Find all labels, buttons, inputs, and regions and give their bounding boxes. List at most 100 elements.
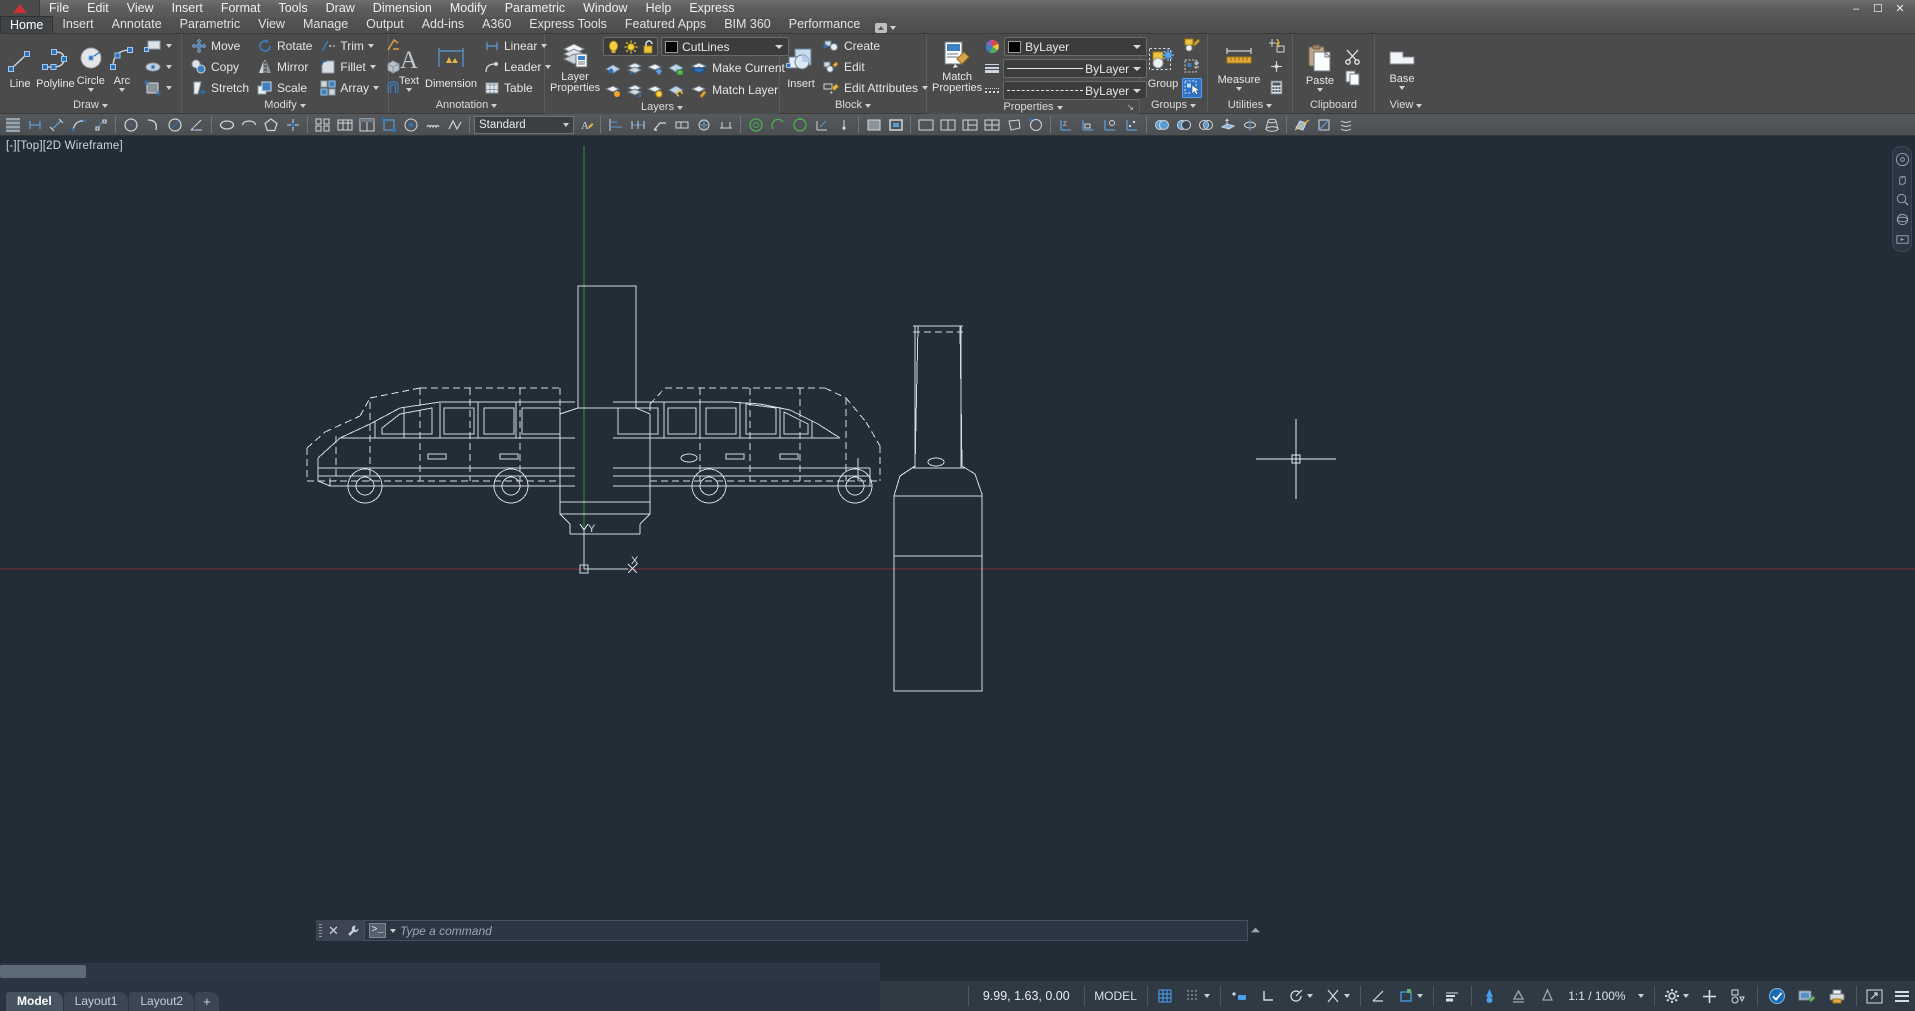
object-snap-tracking-toggle[interactable] (1364, 985, 1392, 1007)
layer-unisolate-button[interactable] (624, 58, 644, 78)
chevron-down-icon[interactable] (369, 64, 376, 69)
panel-label-view[interactable]: View (1375, 98, 1437, 113)
match-properties-button[interactable]: Match Properties (932, 37, 982, 100)
ellipse-arc-icon[interactable] (238, 115, 259, 135)
draw-arc-button[interactable]: Arc (107, 41, 137, 92)
point-id-button[interactable] (1266, 57, 1286, 77)
sun-icon[interactable] (624, 40, 638, 54)
polygon-tool-icon[interactable] (260, 115, 281, 135)
viewport-object-icon[interactable] (1025, 115, 1046, 135)
chevron-down-icon[interactable] (1399, 86, 1405, 90)
insert-field-icon[interactable] (400, 115, 421, 135)
extrude-icon[interactable] (1217, 115, 1238, 135)
dynamic-ucs-toggle[interactable] (1392, 985, 1429, 1007)
tolerance-icon[interactable] (671, 115, 692, 135)
layer-match-layer-button[interactable]: Match Layer (687, 80, 782, 100)
panel-label-clipboard[interactable]: Clipboard (1293, 98, 1374, 113)
layer-thaw-all-button[interactable] (624, 80, 644, 100)
center-mark-icon[interactable] (693, 115, 714, 135)
steering-wheel-icon[interactable] (1892, 149, 1912, 169)
pan-icon[interactable] (1892, 169, 1912, 189)
chevron-down-icon[interactable] (1236, 87, 1242, 91)
app-logo[interactable] (0, 0, 40, 17)
current-layer-combo[interactable]: CutLines (661, 37, 789, 56)
annotation-dimension-button[interactable]: Dimension (425, 44, 477, 90)
panel-label-annotation[interactable]: Annotation (389, 98, 544, 113)
layer-properties-button[interactable]: Layer Properties (550, 37, 600, 100)
layout-tab-layout1[interactable]: Layout1 (63, 992, 129, 1011)
menu-item-window[interactable]: Window (574, 0, 636, 17)
circle-3p-icon[interactable] (789, 115, 810, 135)
chevron-down-icon[interactable] (166, 43, 172, 48)
annotation-scale-value[interactable]: 1:1 / 100% (1562, 985, 1631, 1007)
workspace-settings-button[interactable] (1658, 985, 1695, 1007)
plot-button[interactable] (1822, 985, 1852, 1007)
spline-icon[interactable] (90, 115, 111, 135)
viewport-3-icon[interactable] (959, 115, 980, 135)
chevron-down-icon[interactable] (118, 88, 125, 92)
scrollbar-thumb[interactable] (0, 965, 86, 978)
color-wheel-icon[interactable] (985, 39, 1000, 54)
ortho-mode-toggle[interactable] (1254, 985, 1282, 1007)
draworder-icon[interactable] (2, 115, 23, 135)
panel-label-layers[interactable]: Layers (545, 100, 779, 115)
annotation-visibility-toggle[interactable] (1475, 985, 1504, 1007)
wipeout-icon[interactable] (444, 115, 465, 135)
group-selection-on-button[interactable] (1182, 77, 1202, 98)
menu-item-file[interactable]: File (40, 0, 78, 17)
block-insert-button[interactable]: Insert (785, 44, 817, 90)
tab-output[interactable]: Output (357, 16, 413, 33)
space-mode-button[interactable]: MODEL (1088, 985, 1143, 1007)
text-style-combo[interactable]: Standard (474, 115, 574, 134)
dim-ordinate-icon[interactable] (811, 115, 832, 135)
modify-move-button[interactable]: Move (187, 36, 253, 56)
draw-polyline-button[interactable]: Polyline (36, 44, 75, 90)
point-style-icon[interactable] (282, 115, 303, 135)
menu-item-insert[interactable]: Insert (163, 0, 212, 17)
dim-aligned-icon[interactable] (46, 115, 67, 135)
modify-scale-button[interactable]: Scale (253, 78, 316, 98)
chevron-down-icon[interactable] (1637, 994, 1644, 998)
menu-item-help[interactable]: Help (637, 0, 681, 17)
chevron-down-icon[interactable] (87, 88, 94, 92)
chevron-down-icon[interactable] (166, 64, 172, 69)
modify-mirror-button[interactable]: Mirror (253, 57, 316, 77)
lineweight-icon[interactable] (985, 64, 1000, 73)
command-line-expand-button[interactable] (1248, 925, 1262, 936)
chevron-down-icon[interactable] (1204, 994, 1211, 998)
object-snap-toggle[interactable] (1319, 985, 1356, 1007)
layer-off-button[interactable] (666, 58, 686, 78)
command-input-wrapper[interactable]: >_ Type a command (364, 920, 1248, 941)
tab-performance[interactable]: Performance (780, 16, 870, 33)
text-style-manager-icon[interactable]: A (575, 115, 596, 135)
panel-label-properties[interactable]: Properties ↘ (927, 100, 1139, 115)
lineweight-combo[interactable]: ByLayer (1003, 81, 1148, 100)
viewport-1-icon[interactable] (915, 115, 936, 135)
layer-turn-all-on-button[interactable] (603, 80, 623, 100)
fullscreen-toggle-button[interactable] (1860, 985, 1889, 1007)
linetype-combo[interactable]: ByLayer (1003, 59, 1148, 78)
layout-tab-model[interactable]: Model (6, 992, 63, 1011)
grid-display-toggle[interactable] (1151, 985, 1179, 1007)
layer-unlock-button[interactable] (666, 80, 686, 100)
command-input-placeholder[interactable]: Type a command (400, 924, 492, 938)
revcloud-icon[interactable] (422, 115, 443, 135)
tab-annotate[interactable]: Annotate (103, 16, 171, 33)
dim-baseline-icon[interactable] (605, 115, 626, 135)
layer-isolate-button[interactable] (603, 58, 623, 78)
tab-add-ins[interactable]: Add-ins (413, 16, 473, 33)
menu-item-dimension[interactable]: Dimension (364, 0, 441, 17)
draw-hatch-button[interactable] (140, 78, 176, 98)
isolate-objects-button[interactable] (1724, 985, 1753, 1007)
block-edit-attributes-button[interactable]: Edit Attributes (819, 78, 932, 98)
measure-button[interactable]: Measure (1213, 42, 1265, 91)
chevron-down-icon[interactable] (1683, 994, 1690, 998)
region-icon[interactable] (863, 115, 884, 135)
menu-item-tools[interactable]: Tools (269, 0, 316, 17)
maximize-button[interactable]: ☐ (1867, 1, 1889, 16)
paste-button[interactable]: Paste (1298, 41, 1342, 92)
menu-item-modify[interactable]: Modify (441, 0, 496, 17)
solid-intersect-icon[interactable] (1195, 115, 1216, 135)
block-create-button[interactable]: Create (819, 36, 932, 56)
chevron-down-icon[interactable] (166, 85, 172, 90)
